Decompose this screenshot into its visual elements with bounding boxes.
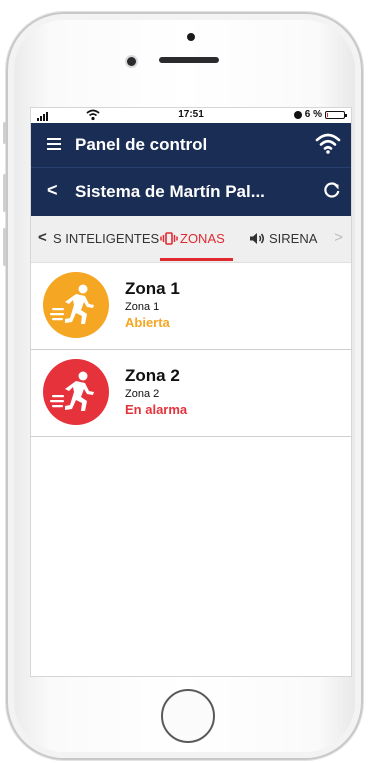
battery-percent: 6 %	[304, 109, 322, 120]
tab-bar: < S INTELIGENTES ZONAS SIRENA >	[31, 216, 351, 263]
app-screen: 17:51 6 % Panel de control < Sistema de …	[30, 107, 352, 677]
speaker-icon	[250, 233, 264, 244]
tab-label: SIRENA	[269, 231, 318, 246]
system-bar: < Sistema de Martín Pal...	[31, 167, 351, 216]
tab-zones[interactable]: ZONAS	[160, 231, 225, 246]
vibration-icon	[160, 232, 178, 245]
battery-icon	[325, 110, 347, 119]
zone-list: Zona 1 Zona 1 Abierta Zona 2 Zona 2 En a…	[31, 263, 351, 437]
running-person-icon	[43, 359, 109, 425]
top-sensor-icon	[187, 33, 195, 41]
back-button[interactable]: <	[47, 180, 58, 201]
wifi-icon[interactable]	[315, 131, 341, 155]
zone-name: Zona 1	[125, 279, 180, 298]
system-title: Sistema de Martín Pal...	[75, 182, 265, 201]
volume-up-button	[3, 174, 6, 212]
app-title: Panel de control	[75, 135, 208, 154]
tabs-next-button[interactable]: >	[334, 229, 343, 246]
alarm-clock-icon	[293, 110, 302, 119]
refresh-icon[interactable]	[323, 181, 341, 199]
active-tab-indicator	[160, 258, 233, 261]
volume-down-button	[3, 228, 6, 266]
zone-item-2[interactable]: Zona 2 Zona 2 En alarma	[31, 350, 351, 437]
status-bar: 17:51 6 %	[31, 108, 351, 123]
running-person-icon	[43, 272, 109, 338]
battery-area: 6 %	[293, 109, 347, 120]
zone-status: Abierta	[125, 315, 170, 330]
tabs-prev-button[interactable]: <	[38, 229, 47, 246]
zone-status: En alarma	[125, 402, 188, 417]
tab-label: ZONAS	[180, 231, 225, 246]
home-button[interactable]	[161, 689, 215, 743]
silent-switch	[3, 122, 6, 144]
zone-item-1[interactable]: Zona 1 Zona 1 Abierta	[31, 263, 351, 350]
app-bar: Panel de control	[31, 123, 351, 167]
hamburger-icon[interactable]	[47, 138, 61, 150]
zone-subtitle: Zona 2	[125, 388, 160, 400]
tab-label: S INTELIGENTES	[53, 231, 160, 246]
tab-siren[interactable]: SIRENA	[249, 231, 317, 246]
earpiece-speaker	[159, 57, 219, 63]
tab-smart-devices[interactable]: S INTELIGENTES	[53, 231, 159, 246]
zone-subtitle: Zona 1	[125, 301, 160, 313]
zone-name: Zona 2	[125, 366, 180, 385]
front-camera-icon	[127, 57, 136, 66]
